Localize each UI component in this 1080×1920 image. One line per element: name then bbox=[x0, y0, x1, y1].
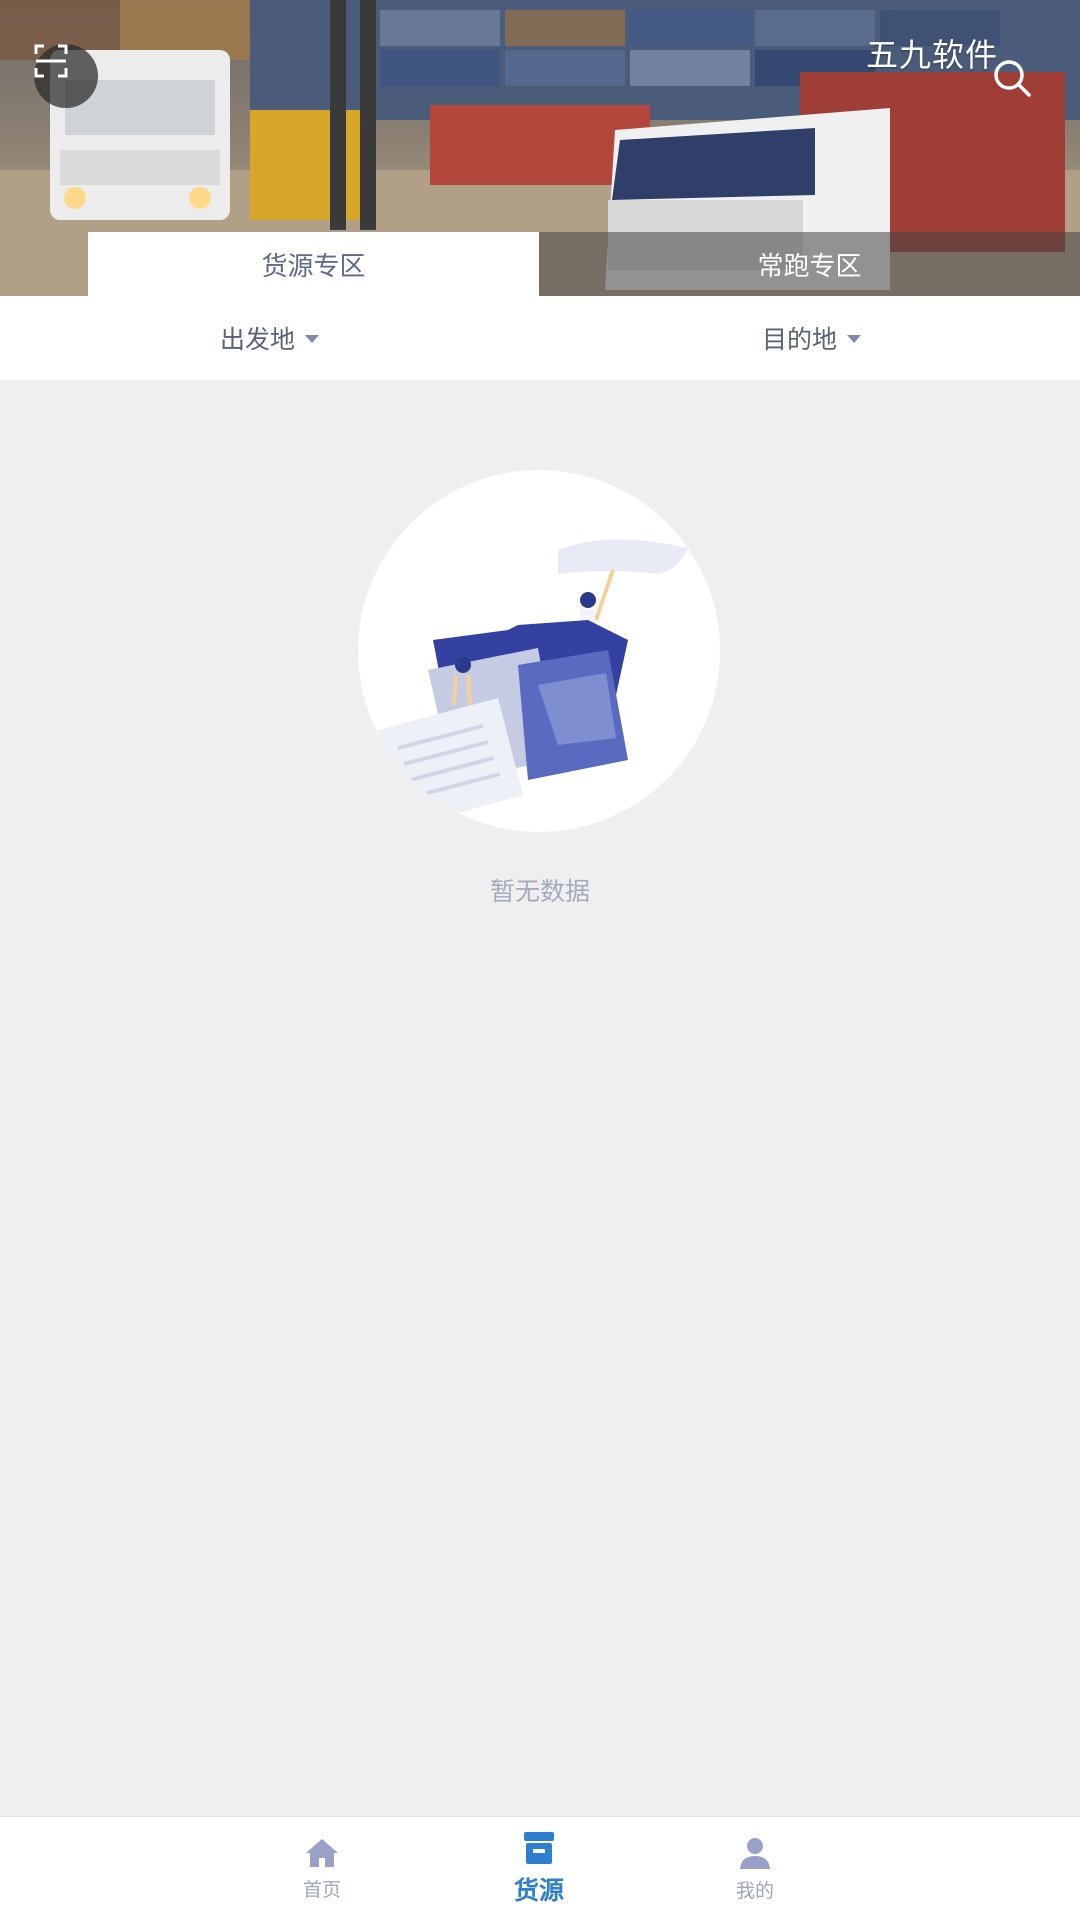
nav-item-profile[interactable]: 我的 bbox=[695, 1817, 815, 1920]
nav-item-label: 我的 bbox=[735, 1879, 774, 1902]
cargo-box-icon bbox=[524, 1832, 554, 1864]
nav-item-home[interactable]: 首页 bbox=[262, 1817, 382, 1920]
profile-icon bbox=[740, 1837, 770, 1869]
tab-cargo-zone[interactable]: 货源专区 bbox=[88, 232, 539, 296]
nav-item-label: 首页 bbox=[302, 1878, 341, 1901]
nav-item-label: 货源 bbox=[513, 1876, 564, 1905]
search-button[interactable] bbox=[990, 56, 1034, 100]
filter-bar: 出发地 目的地 bbox=[0, 296, 1080, 380]
home-icon bbox=[306, 1838, 338, 1867]
chevron-down-icon bbox=[305, 335, 320, 343]
destination-filter-label: 目的地 bbox=[762, 325, 838, 354]
origin-filter-label: 出发地 bbox=[220, 325, 296, 354]
screen: 五九软件 货源专区 常跑专区 出发地 目的地 暂无数据 首页 货源 我的 bbox=[0, 0, 1080, 1920]
hero-banner: 五九软件 货源专区 常跑专区 bbox=[0, 0, 1080, 296]
empty-folder-illustration bbox=[358, 470, 720, 832]
empty-state-text: 暂无数据 bbox=[489, 877, 590, 906]
watermark-text: 五九软件 bbox=[866, 36, 999, 74]
scan-icon bbox=[34, 44, 68, 78]
bottom-nav: 首页 货源 我的 bbox=[0, 1816, 1080, 1920]
chevron-down-icon bbox=[847, 335, 862, 343]
tab-frequent-routes[interactable]: 常跑专区 bbox=[539, 232, 1080, 296]
origin-filter[interactable]: 出发地 bbox=[220, 296, 320, 380]
nav-item-cargo[interactable]: 货源 bbox=[479, 1817, 599, 1920]
scan-button[interactable] bbox=[34, 44, 98, 108]
destination-filter[interactable]: 目的地 bbox=[762, 296, 862, 380]
search-icon bbox=[994, 60, 1031, 97]
